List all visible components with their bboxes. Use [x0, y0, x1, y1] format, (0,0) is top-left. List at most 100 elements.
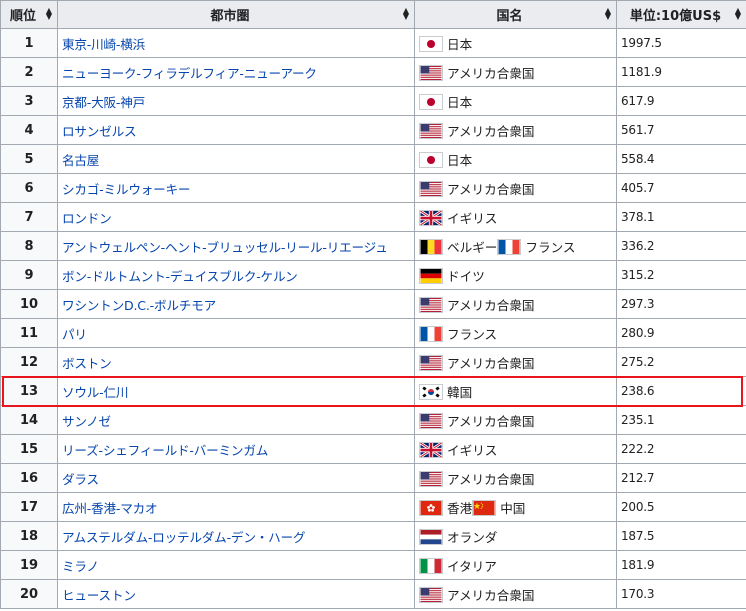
city-cell: リーズ-シェフィールド-バーミンガム — [57, 434, 415, 464]
sort-icon[interactable]: ▲ ▼ — [735, 7, 741, 21]
country-name[interactable]: 香港 — [447, 501, 472, 516]
country-header[interactable]: 国名 ▲ ▼ — [414, 0, 617, 29]
city-link[interactable]: ヒューストン — [62, 588, 136, 603]
city-cell: ボストン — [57, 347, 415, 377]
country-name[interactable]: 韓国 — [447, 385, 472, 400]
city-link[interactable]: ロサンゼルス — [62, 124, 137, 139]
usa-flag-icon — [419, 296, 443, 313]
city-link[interactable]: シカゴ-ミルウォーキー — [62, 182, 190, 197]
page: 順位 ▲ ▼ 都市圏 ▲ ▼ 国名 ▲ ▼ 単位:10億US$ ▲ ▼ 1 東京-川崎-横浜 日本 1… — [0, 0, 746, 611]
value-cell: 238.6 — [616, 376, 746, 406]
city-link[interactable]: ボン-ドルトムント-デュイスブルク-ケルン — [62, 269, 298, 284]
city-link[interactable]: 東京-川崎-横浜 — [62, 37, 145, 52]
country-name[interactable]: アメリカ合衆国 — [447, 124, 535, 139]
country-cell: アメリカ合衆国 — [414, 289, 617, 319]
country-cell: 韓国 — [414, 376, 617, 406]
city-link[interactable]: ワシントンD.C.-ボルチモア — [62, 298, 216, 313]
city-cell: ロンドン — [57, 202, 415, 232]
table-row: 11 パリ フランス 280.9 — [0, 318, 746, 348]
city-link[interactable]: 名古屋 — [62, 153, 99, 168]
country-name[interactable]: ベルギー — [447, 240, 497, 255]
country-name[interactable]: アメリカ合衆国 — [447, 472, 535, 487]
value-cell: 222.2 — [616, 434, 746, 464]
rank-cell: 4 — [0, 115, 58, 145]
city-link[interactable]: 広州-香港-マカオ — [62, 501, 158, 516]
country-name[interactable]: アメリカ合衆国 — [447, 588, 535, 603]
sort-icon[interactable]: ▲ ▼ — [46, 7, 52, 21]
table-row: 15 リーズ-シェフィールド-バーミンガム イギリス 222.2 — [0, 434, 746, 464]
table-row: 14 サンノゼ アメリカ合衆国 235.1 — [0, 405, 746, 435]
italy-flag-icon — [419, 557, 443, 574]
country-name[interactable]: アメリカ合衆国 — [447, 66, 535, 81]
city-link[interactable]: 京都-大阪-神戸 — [62, 95, 145, 110]
city-link[interactable]: ロンドン — [62, 211, 112, 226]
country-name[interactable]: フランス — [447, 327, 497, 342]
rank-cell: 18 — [0, 521, 58, 551]
rank-cell: 8 — [0, 231, 58, 261]
table-row: 9 ボン-ドルトムント-デュイスブルク-ケルン ドイツ 315.2 — [0, 260, 746, 290]
value-cell: 336.2 — [616, 231, 746, 261]
table-row: 7 ロンドン イギリス 378.1 — [0, 202, 746, 232]
rank-header[interactable]: 順位 ▲ ▼ — [0, 0, 58, 29]
city-cell: ボン-ドルトムント-デュイスブルク-ケルン — [57, 260, 415, 290]
value-header[interactable]: 単位:10億US$ ▲ ▼ — [616, 0, 746, 29]
country-name[interactable]: オランダ — [447, 530, 497, 545]
japan-flag-icon — [419, 35, 443, 52]
country-cell: 日本 — [414, 86, 617, 116]
country-name[interactable]: アメリカ合衆国 — [447, 182, 535, 197]
country-name[interactable]: アメリカ合衆国 — [447, 356, 535, 371]
uk-flag-icon — [419, 441, 443, 458]
country-name[interactable]: フランス — [525, 240, 575, 255]
city-link[interactable]: サンノゼ — [62, 414, 111, 429]
country-name[interactable]: ドイツ — [447, 269, 485, 284]
gdp-ranking-table: 順位 ▲ ▼ 都市圏 ▲ ▼ 国名 ▲ ▼ 単位:10億US$ ▲ ▼ 1 東京-川崎-横浜 日本 1… — [0, 0, 746, 609]
city-link[interactable]: アムステルダム-ロッテルダム-デン・ハーグ — [62, 530, 305, 545]
uk-flag-icon — [419, 209, 443, 226]
city-link[interactable]: ソウル-仁川 — [62, 385, 129, 400]
country-cell: イギリス — [414, 434, 617, 464]
city-link[interactable]: アントウェルペン-ヘント-ブリュッセル-リール-リエージュ — [62, 240, 388, 255]
country-name[interactable]: イギリス — [447, 443, 497, 458]
city-header[interactable]: 都市圏 ▲ ▼ — [57, 0, 415, 29]
sort-icon[interactable]: ▲ ▼ — [403, 7, 409, 21]
value-cell: 275.2 — [616, 347, 746, 377]
country-name[interactable]: イギリス — [447, 211, 497, 226]
city-link[interactable]: リーズ-シェフィールド-バーミンガム — [62, 443, 268, 458]
usa-flag-icon — [419, 64, 443, 81]
value-cell: 405.7 — [616, 173, 746, 203]
rank-cell: 20 — [0, 579, 58, 609]
belgium-flag-icon — [419, 238, 443, 255]
sort-icon[interactable]: ▲ ▼ — [605, 7, 611, 21]
city-link[interactable]: ボストン — [62, 356, 112, 371]
city-link[interactable]: ニューヨーク-フィラデルフィア-ニューアーク — [62, 66, 317, 81]
city-cell: ミラノ — [57, 550, 415, 580]
usa-flag-icon — [419, 412, 443, 429]
table-row: 2 ニューヨーク-フィラデルフィア-ニューアーク アメリカ合衆国 1181.9 — [0, 57, 746, 87]
country-cell: アメリカ合衆国 — [414, 405, 617, 435]
table-row: 8 アントウェルペン-ヘント-ブリュッセル-リール-リエージュ ベルギー フランス 33… — [0, 231, 746, 261]
rank-cell: 12 — [0, 347, 58, 377]
china-flag-icon — [472, 499, 497, 516]
country-name[interactable]: 中国 — [500, 501, 525, 516]
table-row: 10 ワシントンD.C.-ボルチモア アメリカ合衆国 297.3 — [0, 289, 746, 319]
value-cell: 378.1 — [616, 202, 746, 232]
city-link[interactable]: ミラノ — [62, 559, 99, 574]
germany-flag-icon — [419, 267, 443, 284]
value-cell: 1181.9 — [616, 57, 746, 87]
city-cell: パリ — [57, 318, 415, 348]
rank-cell: 17 — [0, 492, 58, 522]
country-cell: オランダ — [414, 521, 617, 551]
city-cell: ソウル-仁川 — [57, 376, 415, 406]
country-name[interactable]: アメリカ合衆国 — [447, 414, 535, 429]
city-link[interactable]: パリ — [62, 327, 87, 342]
country-name[interactable]: アメリカ合衆国 — [447, 298, 535, 313]
netherlands-flag-icon — [419, 528, 443, 545]
country-name[interactable]: 日本 — [447, 153, 472, 168]
country-name[interactable]: イタリア — [447, 559, 497, 574]
country-name[interactable]: 日本 — [447, 95, 472, 110]
table-row: 12 ボストン アメリカ合衆国 275.2 — [0, 347, 746, 377]
city-link[interactable]: ダラス — [62, 472, 99, 487]
country-cell: 日本 — [414, 28, 617, 58]
country-name[interactable]: 日本 — [447, 37, 472, 52]
header-row: 順位 ▲ ▼ 都市圏 ▲ ▼ 国名 ▲ ▼ 単位:10億US$ ▲ ▼ — [0, 0, 746, 29]
